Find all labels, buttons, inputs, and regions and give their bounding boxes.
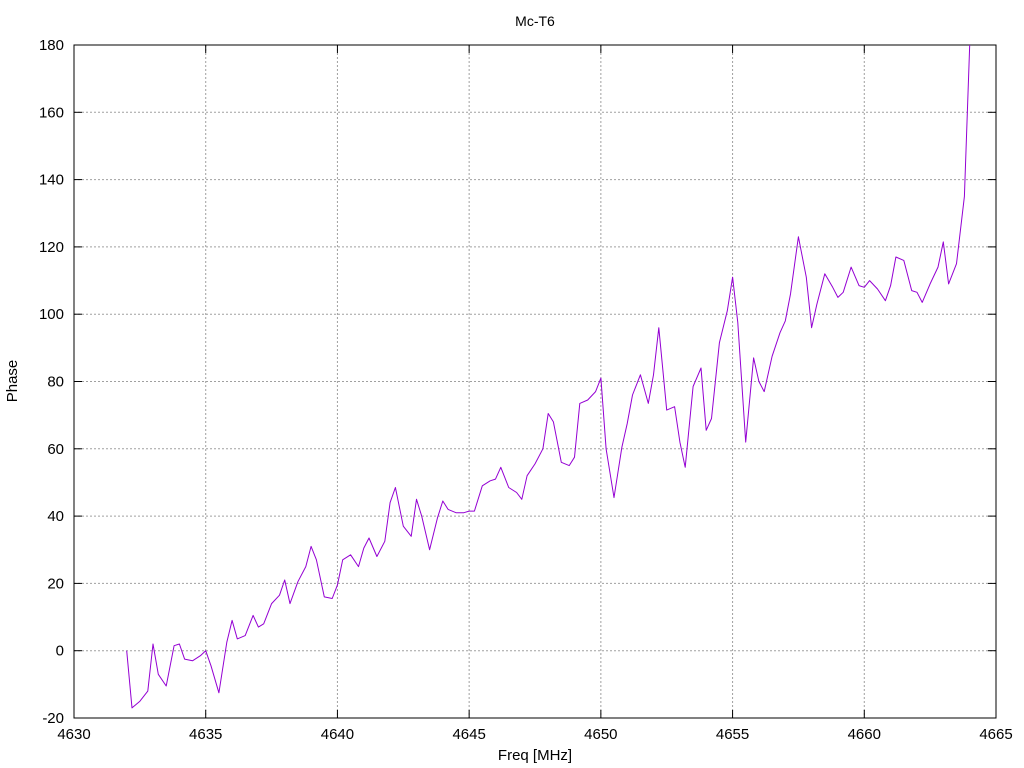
x-tick-label: 4650 <box>584 726 617 743</box>
x-axis-title: Freq [MHz] <box>498 747 572 764</box>
y-tick-label: 40 <box>47 508 64 525</box>
y-tick-label: 180 <box>39 37 64 54</box>
x-tick-label: 4630 <box>57 726 90 743</box>
x-tick-label: 4665 <box>979 726 1012 743</box>
series-line <box>126 44 971 709</box>
y-tick-label: 140 <box>39 172 64 189</box>
x-tick-label: 4655 <box>716 726 749 743</box>
x-tick-label: 4660 <box>848 726 881 743</box>
y-tick-label: 0 <box>56 643 64 660</box>
y-tick-label: 80 <box>47 374 64 391</box>
x-tick-label: 4640 <box>321 726 354 743</box>
x-tick-label: 4635 <box>189 726 222 743</box>
y-tick-label: -20 <box>42 710 64 727</box>
y-tick-label: 100 <box>39 306 64 323</box>
grid-lines <box>74 45 996 718</box>
y-tick-label: 60 <box>47 441 64 458</box>
y-tick-label: 160 <box>39 104 64 121</box>
x-tick-label: 4645 <box>452 726 485 743</box>
y-tick-label: 20 <box>47 575 64 592</box>
tick-labels: 4630 4635 4640 4645 4650 4655 4660 4665 -20 0 20 40… <box>39 37 1013 743</box>
y-axis-title: Phase <box>4 360 21 403</box>
chart-title: Mc-T6 <box>515 13 555 29</box>
y-tick-label: 120 <box>39 239 64 256</box>
series-layer <box>126 44 971 709</box>
line-chart: 4630 4635 4640 4645 4650 4655 4660 4665 -20 0 20 40… <box>4 13 1013 764</box>
